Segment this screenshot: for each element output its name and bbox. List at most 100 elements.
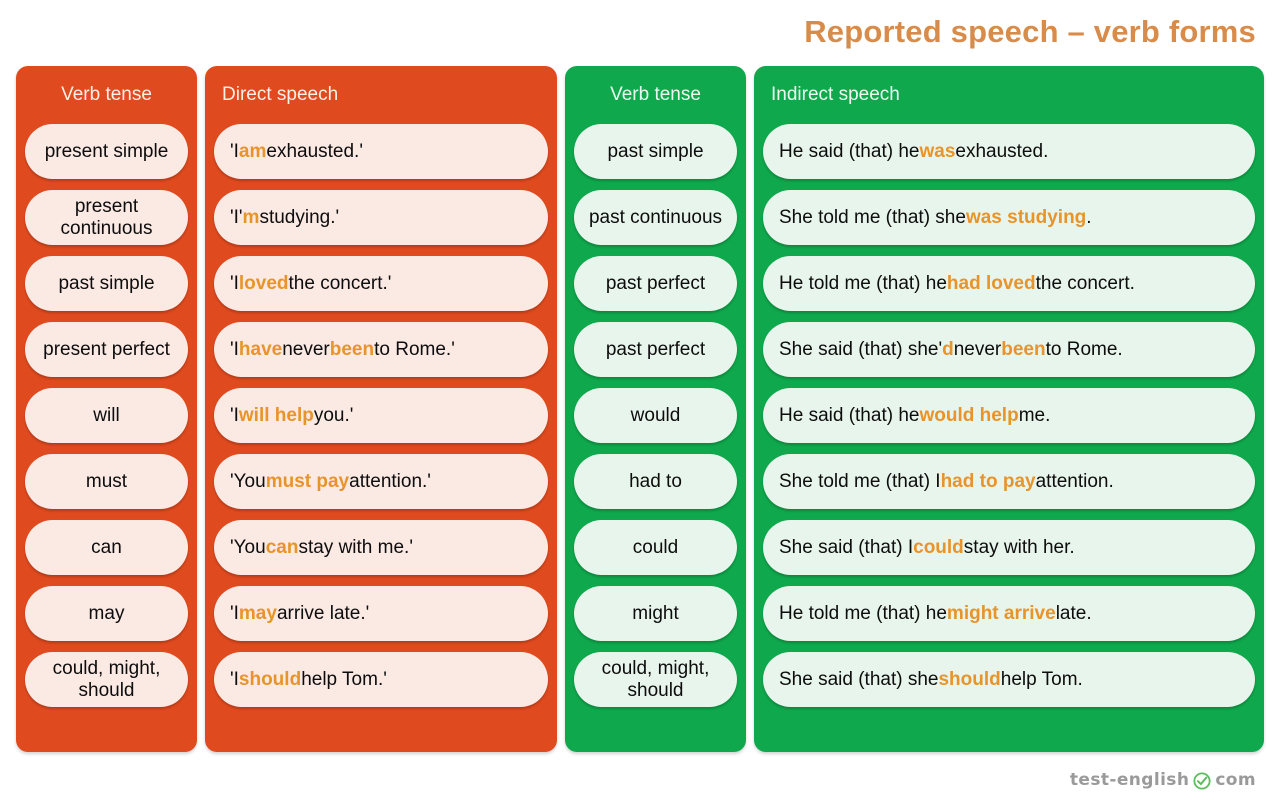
highlighted-verb: been [1001, 338, 1046, 360]
page-title: Reported speech – verb forms [804, 14, 1256, 49]
indirect-verb-tense-label: might [632, 602, 679, 624]
direct-verb-tense-cell: present continuous [25, 190, 188, 245]
sentence-text: He told me (that) he [779, 602, 947, 624]
direct-verb-tense-cell: past simple [25, 256, 188, 311]
indirect-speech-cell: She told me (that) she was studying. [763, 190, 1255, 245]
indirect-speech-cell: He told me (that) he had loved the conce… [763, 256, 1255, 311]
sentence-text: 'I [230, 668, 239, 690]
highlighted-verb: may [238, 602, 277, 624]
sentence-text: 'I [230, 602, 239, 624]
direct-verb-tense-label: past simple [58, 272, 155, 294]
sentence-text: He said (that) he [779, 140, 920, 162]
indirect-speech-cell: He said (that) he would help me. [763, 388, 1255, 443]
indirect-verb-tense-label: had to [629, 470, 682, 492]
highlighted-verb: will help [238, 404, 314, 426]
direct-verb-tense-cell: could, might, should [25, 652, 188, 707]
direct-verb-tense-label: present continuous [60, 196, 153, 239]
sentence-text: 'I [230, 404, 239, 426]
direct-speech-cell: 'I will help you.' [214, 388, 548, 443]
indirect-speech-cell: He said (that) he was exhausted. [763, 124, 1255, 179]
highlighted-verb: had loved [946, 272, 1036, 294]
sentence-text: help Tom.' [301, 668, 387, 690]
sentence-text: She told me (that) she [779, 206, 966, 228]
direct-verb-tense-column: Verb tense present simple present continu… [16, 66, 197, 752]
direct-speech-cell: 'You can stay with me.' [214, 520, 548, 575]
sentence-text: help Tom. [1000, 668, 1083, 690]
highlighted-verb: loved [238, 272, 289, 294]
direct-verb-tense-cell: present perfect [25, 322, 188, 377]
site-logo-tld: com [1215, 770, 1256, 790]
indirect-verb-tense-cell: past perfect [574, 322, 737, 377]
sentence-text: She said (that) she' [779, 338, 943, 360]
indirect-speech-column: Indirect speech He said (that) he was ex… [754, 66, 1264, 752]
sentence-text: exhausted. [955, 140, 1049, 162]
indirect-verb-tense-label: could, might, should [601, 658, 710, 701]
direct-verb-tense-label: present perfect [43, 338, 170, 360]
check-circle-icon [1193, 772, 1211, 790]
site-logo: test-english com [1070, 770, 1256, 790]
highlighted-verb: was studying [965, 206, 1087, 228]
highlighted-verb: would help [919, 404, 1019, 426]
sentence-text: stay with her. [963, 536, 1075, 558]
sentence-text: 'You [230, 470, 266, 492]
highlighted-verb: must pay [265, 470, 350, 492]
direct-verb-tense-rows: present simple present continuous past sim… [16, 124, 197, 716]
direct-speech-cell: 'I am exhausted.' [214, 124, 548, 179]
direct-verb-tense-label: must [85, 470, 128, 492]
direct-verb-tense-label: will [93, 404, 120, 426]
indirect-verb-tense-rows: past simple past continuous past perfect pa… [565, 124, 746, 716]
highlighted-verb: could [913, 536, 964, 558]
indirect-verb-tense-header: Verb tense [610, 84, 701, 105]
direct-speech-cell: 'You must pay attention.' [214, 454, 548, 509]
highlighted-verb: might arrive [946, 602, 1056, 624]
indirect-verb-tense-label: past continuous [588, 206, 723, 228]
indirect-verb-tense-cell: had to [574, 454, 737, 509]
indirect-verb-tense-label: past perfect [605, 338, 706, 360]
sentence-text: studying.' [259, 206, 340, 228]
sentence-text: exhausted.' [266, 140, 363, 162]
direct-speech-column: Direct speech 'I am exhausted.' 'I' m stud… [205, 66, 557, 752]
sentence-text: never [953, 338, 1002, 360]
direct-speech-cell: 'I' m studying.' [214, 190, 548, 245]
sentence-text: the concert.' [288, 272, 392, 294]
sentence-text: attention. [1035, 470, 1114, 492]
sentence-text: She told me (that) I [779, 470, 941, 492]
sentence-text: 'I [230, 140, 239, 162]
sentence-text: attention.' [349, 470, 431, 492]
sentence-text: He said (that) he [779, 404, 920, 426]
indirect-speech-cell: She told me (that) I had to pay attentio… [763, 454, 1255, 509]
sentence-text: 'You [230, 536, 266, 558]
sentence-text: the concert. [1035, 272, 1135, 294]
direct-speech-header: Direct speech [222, 84, 339, 105]
indirect-verb-tense-label: past simple [607, 140, 704, 162]
indirect-verb-tense-label: past perfect [605, 272, 706, 294]
sentence-text: to Rome.' [374, 338, 455, 360]
direct-verb-tense-cell: present simple [25, 124, 188, 179]
direct-verb-tense-cell: may [25, 586, 188, 641]
sentence-text: to Rome. [1045, 338, 1123, 360]
indirect-verb-tense-label: would [630, 404, 681, 426]
direct-speech-cell: 'I loved the concert.' [214, 256, 548, 311]
highlighted-verb: can [265, 536, 299, 558]
sentence-text: He told me (that) he [779, 272, 947, 294]
highlighted-verb: m [242, 206, 260, 228]
indirect-verb-tense-cell: past continuous [574, 190, 737, 245]
direct-verb-tense-label: can [91, 536, 122, 558]
direct-verb-tense-label: could, might, should [52, 658, 161, 701]
indirect-speech-cell: She said (that) I could stay with her. [763, 520, 1255, 575]
indirect-verb-tense-cell: could, might, should [574, 652, 737, 707]
highlighted-verb: was [919, 140, 956, 162]
indirect-verb-tense-column: Verb tense past simple past continuous pas… [565, 66, 746, 752]
highlighted-verb: have [238, 338, 283, 360]
direct-speech-rows: 'I am exhausted.' 'I' m studying.' 'I loved… [205, 124, 557, 716]
direct-verb-tense-cell: must [25, 454, 188, 509]
sentence-text: She said (that) I [779, 536, 914, 558]
sentence-text: you.' [313, 404, 354, 426]
direct-verb-tense-cell: will [25, 388, 188, 443]
comparison-board: Verb tense present simple present continu… [16, 66, 1264, 752]
indirect-verb-tense-cell: would [574, 388, 737, 443]
sentence-text: arrive late.' [276, 602, 370, 624]
direct-verb-tense-label: present simple [44, 140, 169, 162]
indirect-speech-cell: She said (that) she should help Tom. [763, 652, 1255, 707]
sentence-text: me. [1018, 404, 1051, 426]
